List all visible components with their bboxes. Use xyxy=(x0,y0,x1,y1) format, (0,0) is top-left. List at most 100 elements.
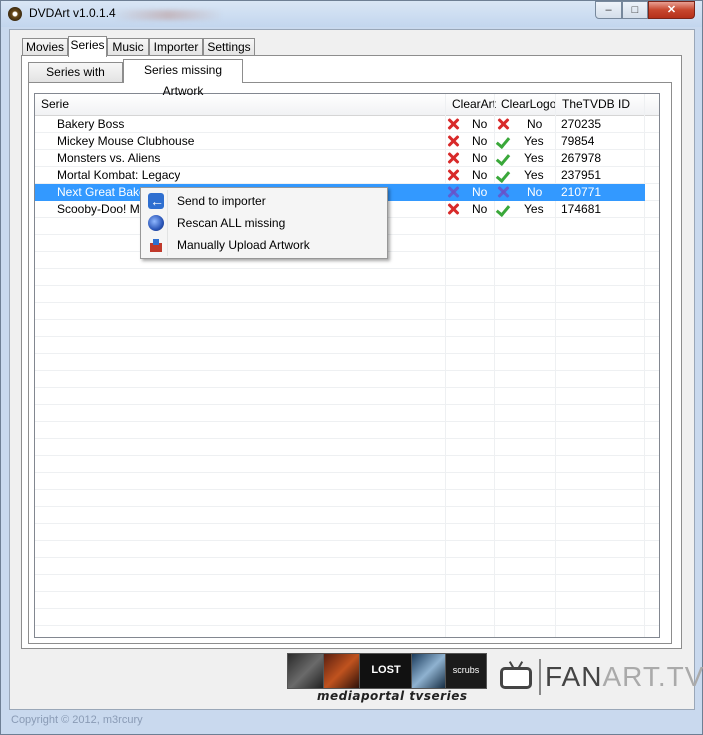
fanart-text-dark: FAN xyxy=(545,661,603,692)
row-gridline xyxy=(35,353,659,354)
minimize-button[interactable]: – xyxy=(595,1,622,19)
logo-thumb-scrubs: scrubs xyxy=(445,653,487,689)
footer-logos: LOST scrubs mediaportal tvseries FANART.… xyxy=(287,651,703,706)
cell-serie: Bakery Boss xyxy=(57,117,125,131)
column-header-clearlogo[interactable]: ClearLogo xyxy=(495,94,556,115)
tab-series-with-artwork[interactable]: Series with Artwork xyxy=(28,62,123,98)
tab-movies[interactable]: Movies xyxy=(22,38,68,56)
menu-item-rescan-all-missing[interactable]: Rescan ALL missing xyxy=(143,212,385,234)
upload-icon xyxy=(148,237,164,253)
tab-music[interactable]: Music xyxy=(107,38,149,56)
cell-serie: Scooby-Doo! My xyxy=(57,202,146,216)
cell-clearlogo: Yes xyxy=(524,134,544,148)
cell-serie: Monsters vs. Aliens xyxy=(57,151,161,165)
row-gridline xyxy=(35,319,659,320)
red-x-icon xyxy=(496,185,510,199)
table-row[interactable]: Mortal Kombat: Legacy No Yes 237951 xyxy=(35,167,645,184)
logo-thumb-lost: LOST xyxy=(359,653,413,689)
row-gridline xyxy=(35,625,659,626)
row-gridline xyxy=(35,591,659,592)
column-header-tvdb-id[interactable]: TheTVDB ID xyxy=(556,94,645,115)
cell-tvdb-id: 174681 xyxy=(561,202,602,216)
title-blur-artifact xyxy=(113,10,223,20)
green-check-icon xyxy=(496,168,510,182)
row-gridline xyxy=(35,455,659,456)
row-gridline xyxy=(35,302,659,303)
series-tab-panel: Series with Artwork Series missing Artwo… xyxy=(21,55,682,649)
cell-clearlogo: No xyxy=(527,117,543,131)
row-gridline xyxy=(35,574,659,575)
cell-tvdb-id: 210771 xyxy=(561,185,602,199)
red-x-icon xyxy=(446,185,460,199)
missing-artwork-panel: Serie ClearArt ClearLogo TheTVDB ID Bake… xyxy=(28,82,672,644)
series-grid[interactable]: Serie ClearArt ClearLogo TheTVDB ID Bake… xyxy=(34,93,660,638)
cell-clearart: No xyxy=(472,134,488,148)
cell-tvdb-id: 270235 xyxy=(561,117,602,131)
rescan-globe-icon xyxy=(148,215,164,231)
row-gridline xyxy=(35,387,659,388)
mediaportal-tvseries-logo: LOST scrubs mediaportal tvseries xyxy=(287,651,487,706)
cell-serie: Mickey Mouse Clubhouse xyxy=(57,134,195,148)
tab-importer[interactable]: Importer xyxy=(149,38,203,56)
cell-serie: Next Great Bake xyxy=(57,185,146,199)
cell-clearart: No xyxy=(472,117,488,131)
cell-clearart: No xyxy=(472,151,488,165)
fanart-tv-logo: FANART.TV xyxy=(545,661,703,693)
cell-clearlogo: Yes xyxy=(524,151,544,165)
menu-item-send-to-importer[interactable]: Send to importer xyxy=(143,190,385,212)
close-button[interactable]: ✕ xyxy=(648,1,695,19)
column-header-clearart[interactable]: ClearArt xyxy=(446,94,496,115)
row-gridline xyxy=(35,370,659,371)
cell-tvdb-id: 267978 xyxy=(561,151,602,165)
cell-clearlogo: Yes xyxy=(524,168,544,182)
tab-series[interactable]: Series xyxy=(68,36,107,57)
tv-icon xyxy=(499,661,535,691)
mediaportal-text: mediaportal tvseries xyxy=(317,689,468,703)
row-gridline xyxy=(35,540,659,541)
row-gridline xyxy=(35,268,659,269)
red-x-icon xyxy=(446,117,460,131)
window-title: DVDArt v1.0.1.4 xyxy=(29,6,116,20)
app-dvd-icon xyxy=(8,7,22,21)
context-menu: Send to importer Rescan ALL missing Manu… xyxy=(140,187,388,259)
column-header-serie[interactable]: Serie xyxy=(35,94,446,115)
cell-clearlogo: Yes xyxy=(524,202,544,216)
import-arrow-icon xyxy=(148,190,164,212)
logo-thumb xyxy=(323,653,361,689)
row-gridline xyxy=(35,421,659,422)
fanart-text-light: ART.TV xyxy=(602,661,703,692)
menu-item-manually-upload-artwork[interactable]: Manually Upload Artwork xyxy=(143,234,385,256)
maximize-button[interactable]: □ xyxy=(622,1,648,19)
table-row[interactable]: Monsters vs. Aliens No Yes 267978 xyxy=(35,150,645,167)
red-x-icon xyxy=(446,151,460,165)
menu-item-label: Manually Upload Artwork xyxy=(177,238,310,252)
cell-clearlogo: No xyxy=(527,185,543,199)
cell-serie: Mortal Kombat: Legacy xyxy=(57,168,181,182)
menu-item-label: Rescan ALL missing xyxy=(177,216,286,230)
logo-thumb xyxy=(287,653,327,689)
title-bar[interactable]: DVDArt v1.0.1.4 – □ ✕ xyxy=(1,1,702,27)
cell-tvdb-id: 79854 xyxy=(561,134,595,148)
row-gridline xyxy=(35,608,659,609)
row-gridline xyxy=(35,489,659,490)
row-gridline xyxy=(35,523,659,524)
copyright-text: Copyright © 2012, m3rcury xyxy=(11,714,143,726)
row-gridline xyxy=(35,285,659,286)
tab-settings[interactable]: Settings xyxy=(203,38,255,56)
table-row[interactable]: Bakery Boss No No 270235 xyxy=(35,116,645,133)
grid-header: Serie ClearArt ClearLogo TheTVDB ID xyxy=(35,94,659,116)
red-x-icon xyxy=(446,134,460,148)
cell-clearart: No xyxy=(472,202,488,216)
red-x-icon xyxy=(496,117,510,131)
logo-thumb xyxy=(411,653,447,689)
row-gridline xyxy=(35,557,659,558)
cell-tvdb-id: 237951 xyxy=(561,168,602,182)
logo-divider xyxy=(539,659,541,695)
table-row[interactable]: Mickey Mouse Clubhouse No Yes 79854 xyxy=(35,133,645,150)
row-gridline xyxy=(35,336,659,337)
row-gridline xyxy=(35,438,659,439)
menu-item-label: Send to importer xyxy=(177,194,266,208)
cell-clearart: No xyxy=(472,185,488,199)
tab-series-missing-artwork[interactable]: Series missing Artwork xyxy=(123,59,243,98)
client-area: Movies Series Music Importer Settings Se… xyxy=(9,29,703,710)
